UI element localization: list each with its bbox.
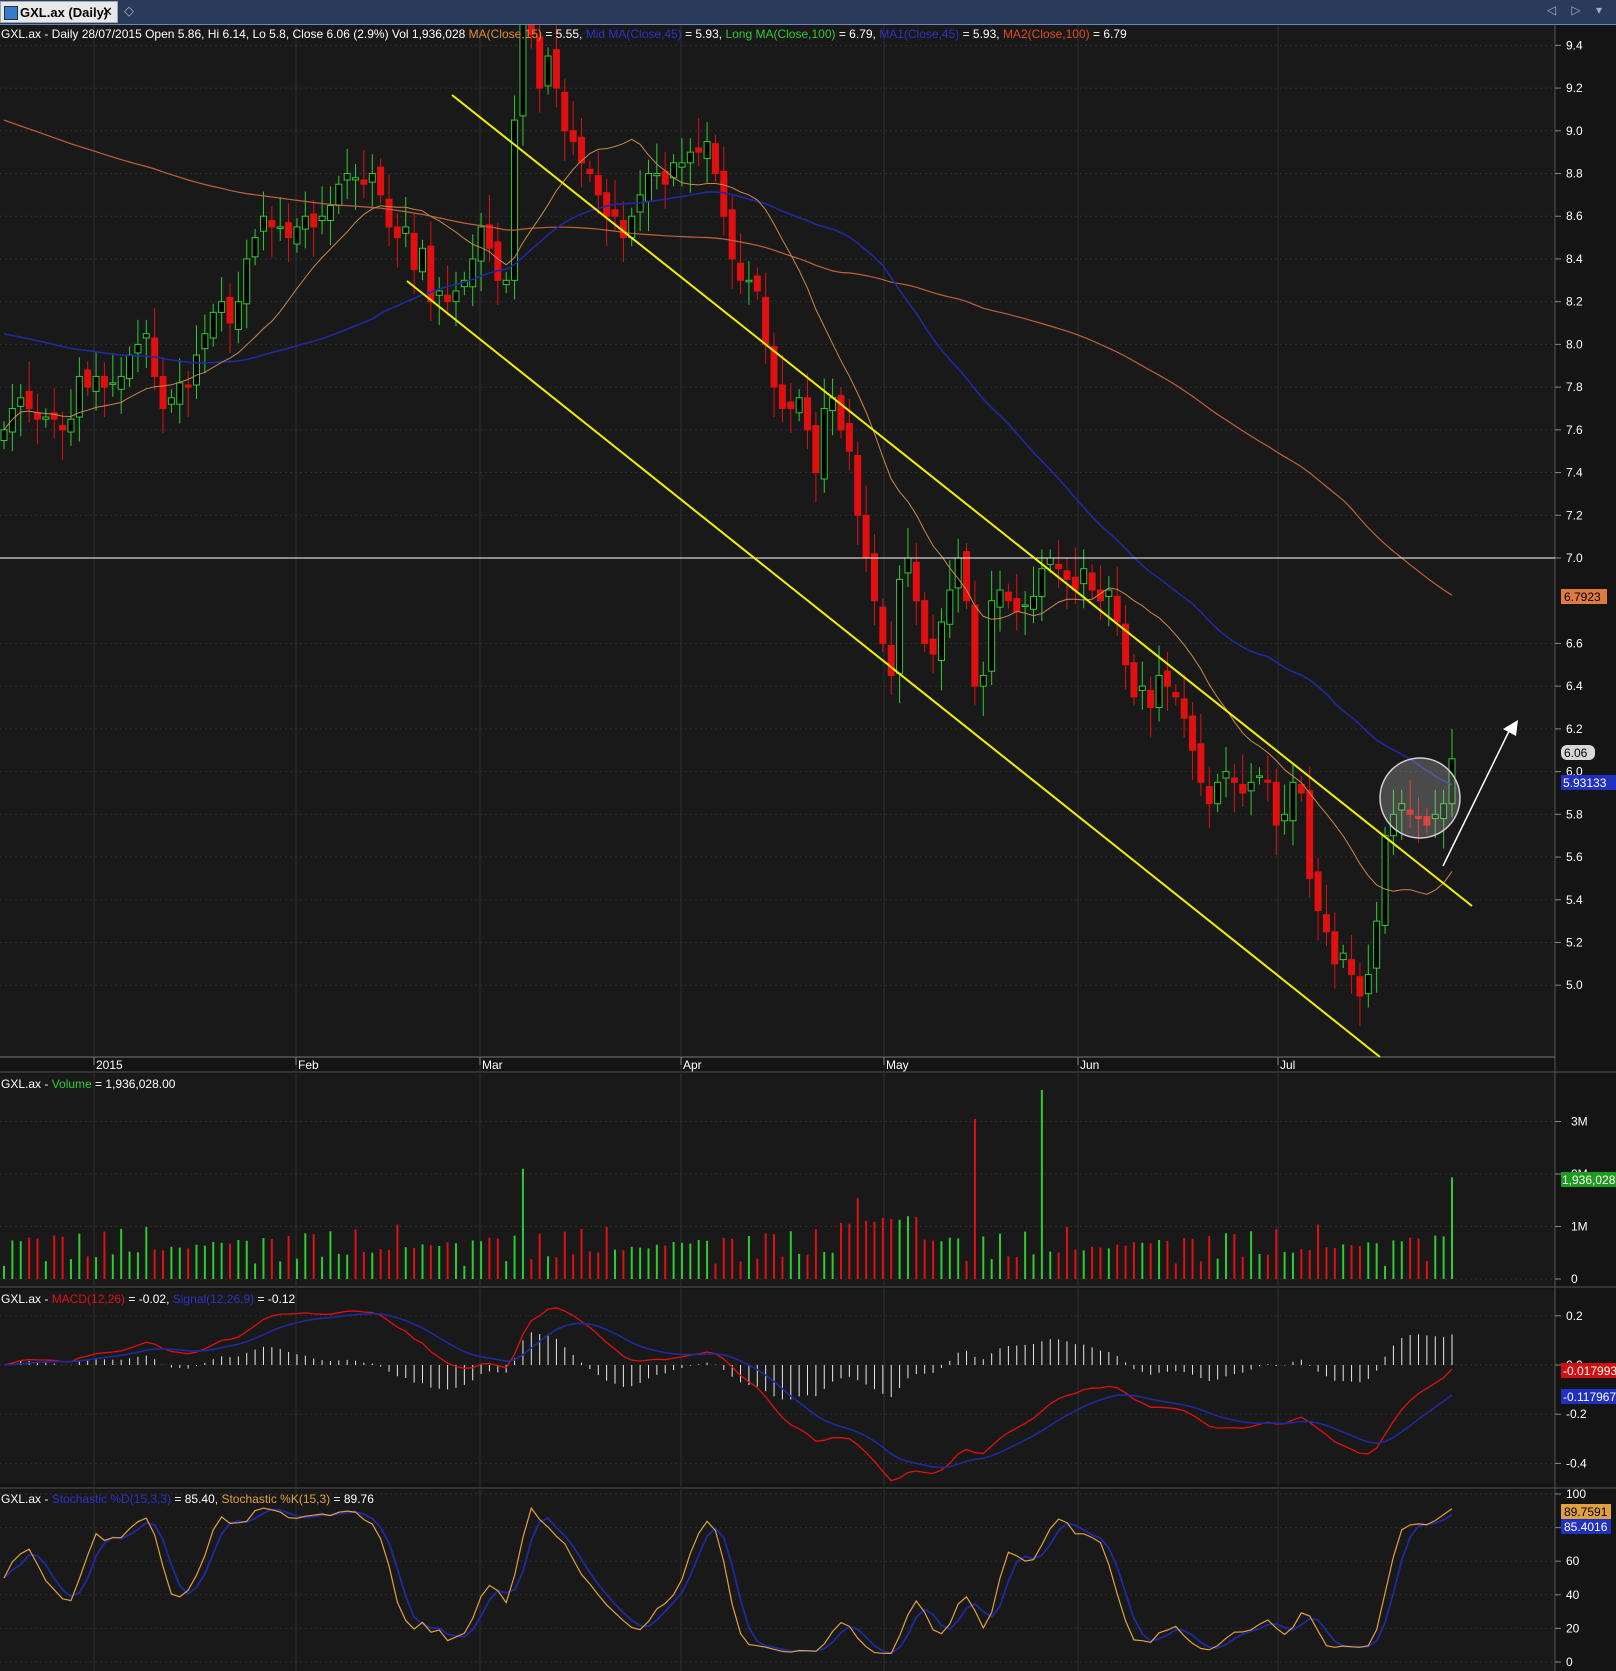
macd-tick-label: 0.2 <box>1566 1309 1583 1323</box>
price-header: GXL.ax - Daily 28/07/2015 Open 5.86, Hi … <box>1 27 1127 41</box>
price-tick-label: 5.2 <box>1566 935 1583 949</box>
svg-text:89.7591: 89.7591 <box>1564 1505 1608 1519</box>
price-tick-label: 6.4 <box>1566 679 1583 693</box>
price-pane[interactable] <box>0 25 1555 1057</box>
month-label: Jun <box>1080 1058 1099 1072</box>
macd-pane[interactable] <box>0 1290 1555 1484</box>
stochastic-tick-label: 60 <box>1566 1554 1580 1568</box>
macd-header: GXL.ax - MACD(12,26) = -0.02, Signal(12,… <box>1 1292 295 1306</box>
macd-badge: -0.017993 <box>1561 1363 1616 1378</box>
price-tick-label: 5.4 <box>1566 893 1583 907</box>
stochastic-tick-label: 40 <box>1566 1588 1580 1602</box>
ma45-badge: 5.93133 <box>1561 775 1616 790</box>
price-tick-label: 7.8 <box>1566 380 1583 394</box>
svg-text:-0.017993: -0.017993 <box>1563 1364 1616 1378</box>
price-tick-label: 9.2 <box>1566 81 1583 95</box>
candle <box>1381 827 1389 934</box>
ma100-badge: 6.7923 <box>1561 589 1607 604</box>
svg-text:6.06: 6.06 <box>1564 746 1588 760</box>
close-badge: 6.06 <box>1561 745 1595 760</box>
macd-tick-label: -0.2 <box>1566 1407 1587 1421</box>
stoch-k-badge: 89.7591 <box>1561 1504 1611 1519</box>
svg-text:5.93133: 5.93133 <box>1563 776 1607 790</box>
chart-icon <box>4 6 18 20</box>
chart-tab[interactable]: GXL.ax (Daily) ✕ <box>0 1 118 23</box>
price-tick-label: 7.0 <box>1566 551 1583 565</box>
month-label: 2015 <box>96 1058 123 1072</box>
stochastic-tick-label: 100 <box>1566 1487 1586 1501</box>
candle <box>963 543 971 610</box>
price-tick-label: 8.2 <box>1566 295 1583 309</box>
price-tick-label: 7.2 <box>1566 508 1583 522</box>
stoch-d-badge: 85.4016 <box>1561 1519 1611 1534</box>
price-tick-label: 9.4 <box>1566 38 1583 52</box>
price-tick-label: 7.6 <box>1566 423 1583 437</box>
macd-tick-label: -0.4 <box>1566 1456 1587 1470</box>
price-tick-label: 8.8 <box>1566 167 1583 181</box>
price-tick-label: 9.0 <box>1566 124 1583 138</box>
month-label: Feb <box>298 1058 319 1072</box>
volume-tick-label: 3M <box>1571 1115 1588 1129</box>
volume-tick-label: 0 <box>1571 1272 1578 1286</box>
add-tab-icon[interactable]: ◇ <box>124 3 134 19</box>
breakout-highlight-circle <box>1379 757 1461 839</box>
price-tick-label: 5.6 <box>1566 850 1583 864</box>
candle <box>921 592 929 652</box>
volume-badge: 1,936,028 <box>1561 1172 1616 1187</box>
price-tick-label: 8.0 <box>1566 337 1583 351</box>
tab-nav-arrows-icon[interactable]: ◁ ▷ ▾ <box>1547 3 1608 17</box>
price-tick-label: 6.2 <box>1566 722 1583 736</box>
price-tick-label: 8.6 <box>1566 209 1583 223</box>
volume-pane[interactable] <box>0 1074 1555 1286</box>
price-tick-label: 5.0 <box>1566 978 1583 992</box>
stock-chart[interactable]: 10.210.09.89.69.49.29.08.88.68.48.28.07.… <box>0 25 1616 1671</box>
svg-text:85.4016: 85.4016 <box>1564 1520 1608 1534</box>
month-label: May <box>886 1058 909 1072</box>
stochastic-header: GXL.ax - Stochastic %D(15,3,3) = 85.40, … <box>1 1492 374 1506</box>
stochastic-pane[interactable] <box>0 1490 1555 1671</box>
month-label: Jul <box>1280 1058 1295 1072</box>
signal-badge: -0.117967 <box>1561 1389 1616 1404</box>
volume-header: GXL.ax - Volume = 1,936,028.00 <box>1 1077 176 1091</box>
close-tab-icon[interactable]: ✕ <box>102 4 113 20</box>
month-label: Apr <box>683 1058 702 1072</box>
price-tick-label: 8.4 <box>1566 252 1583 266</box>
stochastic-tick-label: 20 <box>1566 1621 1580 1635</box>
svg-text:6.7923: 6.7923 <box>1564 590 1601 604</box>
svg-text:-0.117967: -0.117967 <box>1563 1390 1616 1404</box>
svg-text:1,936,028: 1,936,028 <box>1562 1173 1616 1187</box>
chart-tab-title: GXL.ax (Daily) <box>20 5 109 20</box>
price-tick-label: 7.4 <box>1566 466 1583 480</box>
stochastic-tick-label: 0 <box>1566 1655 1573 1669</box>
tab-bar: GXL.ax (Daily) ✕ ◇ ◁ ▷ ▾ <box>0 0 1616 25</box>
price-tick-label: 6.6 <box>1566 636 1583 650</box>
month-label: Mar <box>482 1058 503 1072</box>
volume-tick-label: 1M <box>1571 1220 1588 1234</box>
candle <box>511 95 519 300</box>
price-tick-label: 5.8 <box>1566 807 1583 821</box>
